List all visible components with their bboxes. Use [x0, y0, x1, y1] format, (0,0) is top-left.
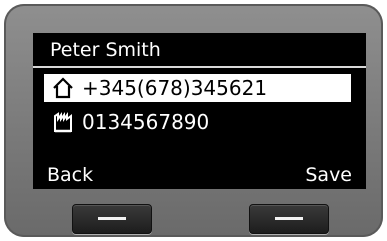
title-divider — [33, 66, 366, 68]
office-number-text: 0134567890 — [82, 110, 210, 134]
softkey-label-back: Back — [47, 164, 94, 186]
left-softkey-bar-icon — [98, 217, 126, 220]
office-icon — [48, 110, 78, 134]
phone-device: Peter Smith +345(678)345621 0134567890 B… — [4, 4, 383, 237]
home-number-text: +345(678)345621 — [82, 76, 268, 100]
right-softkey-button[interactable] — [249, 204, 329, 234]
right-softkey-bar-icon — [275, 217, 303, 220]
left-softkey-button[interactable] — [72, 204, 152, 234]
softkey-label-save: Save — [305, 164, 352, 186]
list-item-office-number[interactable]: 0134567890 — [44, 108, 351, 136]
display-screen: Peter Smith +345(678)345621 0134567890 B… — [33, 33, 366, 189]
contact-name-title: Peter Smith — [50, 39, 161, 61]
home-icon — [48, 76, 78, 100]
list-item-home-number[interactable]: +345(678)345621 — [44, 74, 351, 102]
